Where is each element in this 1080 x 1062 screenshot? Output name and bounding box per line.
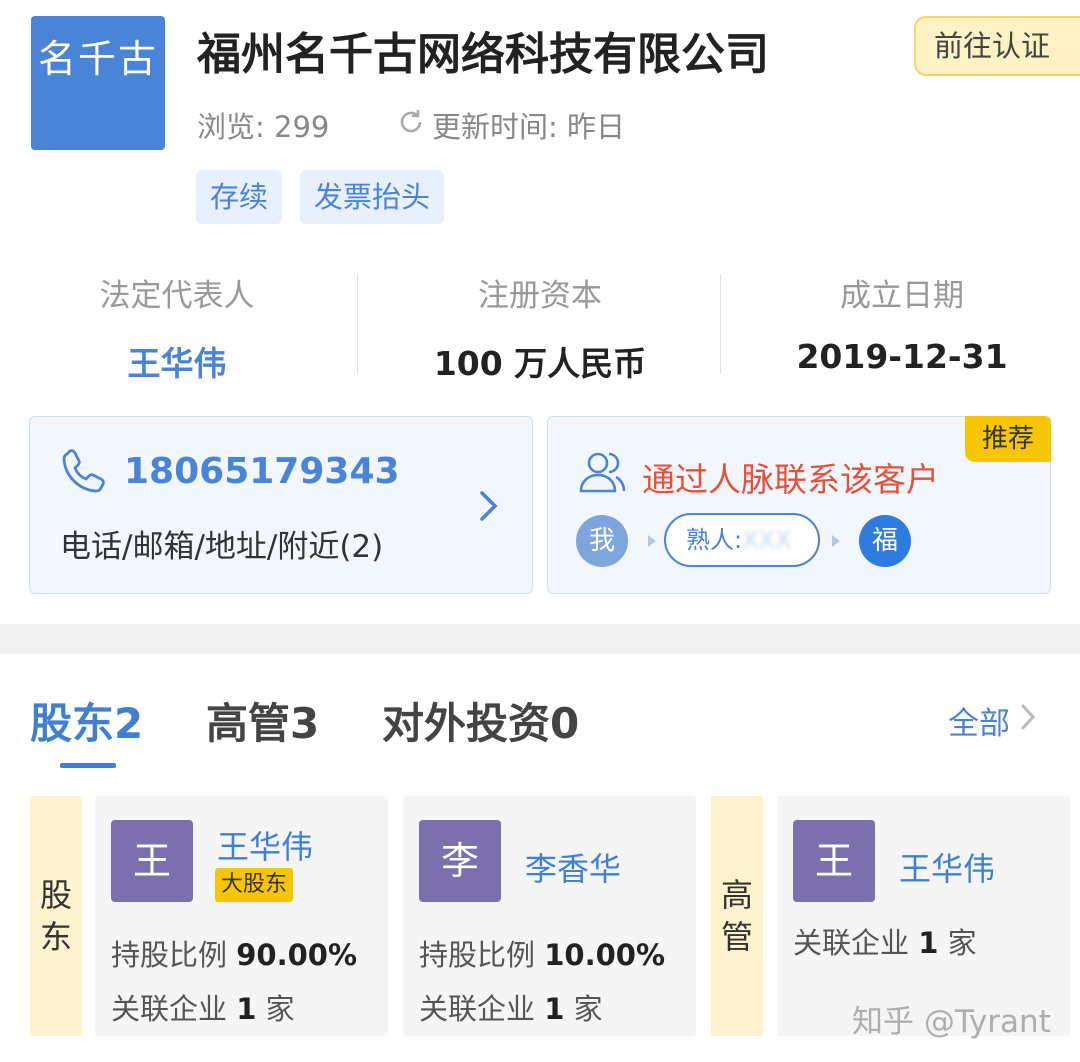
views-count: 浏览: 299 — [197, 110, 330, 144]
registered-capital: 注册资本 100 万人民币 — [375, 270, 705, 385]
related-unit: 家 — [947, 926, 977, 960]
shareholder-name[interactable]: 王华伟 — [217, 822, 313, 868]
stat-label: 成立日期 — [840, 278, 964, 314]
divider — [357, 274, 358, 374]
refresh-icon — [396, 107, 426, 144]
related-unit: 家 — [265, 992, 295, 1026]
share-ratio: 持股比例 10.00% — [419, 932, 665, 974]
company-logo: 名千古 — [31, 16, 165, 150]
view-all-label: 全部 — [948, 706, 1010, 742]
tab-investments[interactable]: 对外投资0 — [382, 690, 579, 751]
verify-button[interactable]: 前往认证 — [914, 16, 1080, 76]
shareholder-name[interactable]: 李香华 — [525, 844, 621, 890]
shareholder-card[interactable]: 李 李香华 持股比例 10.00% 关联企业 1 家 — [403, 796, 696, 1036]
section-divider — [0, 624, 1080, 654]
established-date: 成立日期 2019-12-31 — [737, 270, 1067, 376]
related-count: 1 — [236, 992, 257, 1026]
watermark: 知乎 @Tyrant — [852, 1004, 1051, 1040]
related-companies: 关联企业 1 家 — [111, 986, 295, 1028]
related-count: 1 — [918, 926, 939, 960]
acquaintance-name: XXX — [742, 526, 792, 554]
active-tab-indicator — [60, 763, 116, 768]
arrow-icon — [832, 535, 840, 547]
stat-label: 法定代表人 — [99, 278, 255, 314]
related-count: 1 — [544, 992, 565, 1026]
phone-number[interactable]: 18065179343 — [124, 451, 400, 492]
update-time-text: 更新时间: 昨日 — [432, 110, 625, 144]
related-companies: 关联企业 1 家 — [419, 986, 603, 1028]
chevron-right-icon[interactable] — [478, 489, 500, 527]
avatar: 王 — [111, 820, 193, 902]
share-ratio-value: 10.00% — [544, 938, 666, 972]
stat-label: 注册资本 — [478, 278, 602, 314]
executive-name[interactable]: 王华伟 — [899, 844, 995, 890]
status-tag: 存续 — [196, 170, 283, 224]
related-label: 关联企业 — [793, 926, 910, 960]
tab-shareholders[interactable]: 股东2 — [30, 690, 143, 751]
related-companies: 关联企业 1 家 — [793, 920, 977, 962]
recommend-title: 通过人脉联系该客户 — [642, 460, 939, 499]
recommend-badge: 推荐 — [965, 416, 1051, 462]
share-ratio-label: 持股比例 — [111, 938, 228, 972]
share-ratio-label: 持股比例 — [419, 938, 536, 972]
legal-representative: 法定代表人 王华伟 — [12, 270, 342, 385]
company-name: 福州名千古网络科技有限公司 — [197, 29, 769, 80]
shareholders-side-label: 股东 — [30, 796, 82, 1036]
major-shareholder-badge: 大股东 — [215, 868, 294, 902]
acquaintance-label: 熟人: — [686, 526, 743, 554]
update-time: 更新时间: 昨日 — [396, 104, 625, 146]
contact-card[interactable]: 18065179343 电话/邮箱/地址/附近(2) — [29, 416, 533, 594]
shareholder-card[interactable]: 王 王华伟 大股东 持股比例 90.00% 关联企业 1 家 — [95, 796, 388, 1036]
phone-icon — [58, 445, 110, 501]
related-label: 关联企业 — [419, 992, 536, 1026]
tab-executives[interactable]: 高管3 — [206, 690, 319, 751]
chevron-right-icon — [1020, 703, 1036, 739]
view-all-link[interactable]: 全部 — [948, 698, 1036, 743]
divider — [720, 274, 721, 374]
invoice-header-tag[interactable]: 发票抬头 — [300, 170, 445, 224]
avatar: 李 — [419, 820, 501, 902]
avatar: 王 — [793, 820, 875, 902]
stat-value: 100 万人民币 — [433, 344, 647, 383]
network-contact-card[interactable]: 推荐 通过人脉联系该客户 我 熟人:XXX 福 — [547, 416, 1051, 594]
contact-subtitle: 电话/邮箱/地址/附近(2) — [60, 529, 384, 565]
people-icon — [576, 447, 628, 501]
acquaintance-pill[interactable]: 熟人:XXX — [664, 513, 820, 567]
stat-value: 2019-12-31 — [796, 337, 1008, 376]
me-avatar: 我 — [576, 515, 628, 567]
target-avatar: 福 — [859, 515, 911, 567]
arrow-icon — [648, 535, 656, 547]
share-ratio: 持股比例 90.00% — [111, 932, 357, 974]
executives-side-label: 高管 — [711, 796, 763, 1036]
legal-representative-link[interactable]: 王华伟 — [12, 337, 342, 385]
related-unit: 家 — [573, 992, 603, 1026]
share-ratio-value: 90.00% — [236, 938, 358, 972]
related-label: 关联企业 — [111, 992, 228, 1026]
